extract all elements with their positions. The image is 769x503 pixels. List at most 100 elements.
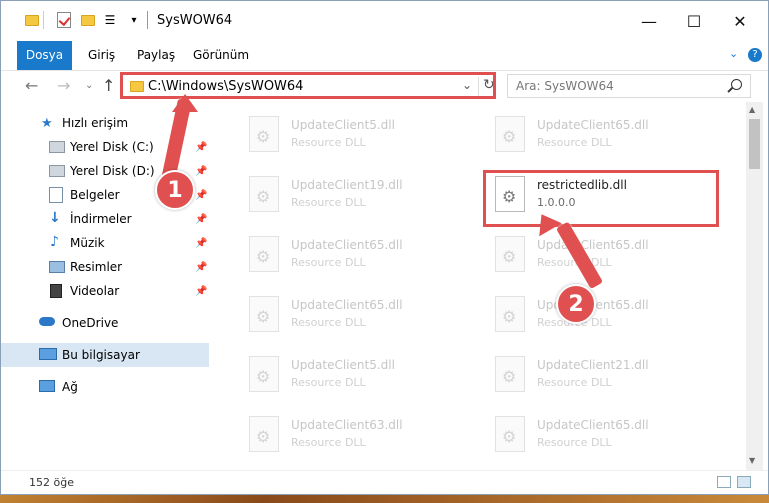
pin-icon: 📌 xyxy=(195,165,208,177)
file-name: UpdateClient5.dll xyxy=(291,358,395,372)
file-description: Resource DLL xyxy=(291,256,366,269)
nav-item-label: Hızlı erişim xyxy=(62,116,129,130)
file-item[interactable]: UpdateClient65.dll Resource DLL xyxy=(239,294,479,346)
step-1-badge: 1 xyxy=(155,170,195,210)
drive-icon xyxy=(49,165,65,177)
file-description: Resource DLL xyxy=(291,316,366,329)
file-item[interactable]: UpdateClient65.dll Resource DLL xyxy=(485,414,725,463)
star-icon: ★ xyxy=(41,116,53,131)
scroll-up-icon[interactable]: ▲ xyxy=(749,105,755,114)
new-folder-icon[interactable] xyxy=(79,11,97,29)
up-icon[interactable]: ↑ xyxy=(102,76,115,95)
drive-icon xyxy=(49,141,65,153)
dll-file-icon xyxy=(495,416,525,452)
dll-file-icon xyxy=(495,356,525,392)
dll-file-icon xyxy=(249,356,279,392)
dll-file-icon xyxy=(249,116,279,152)
network-icon xyxy=(39,380,55,392)
title-bar: ☰ ▾ SysWOW64 — ☐ ✕ xyxy=(1,1,768,41)
file-name: UpdateClient65.dll xyxy=(537,418,649,432)
file-description: Resource DLL xyxy=(537,376,612,389)
recent-locations-icon[interactable]: ⌄ xyxy=(85,80,93,91)
file-list: UpdateClient5.dll Resource DLL UpdateCli… xyxy=(217,108,744,463)
nav-item-onedrive[interactable]: OneDrive xyxy=(1,311,209,335)
tab-share[interactable]: Paylaş xyxy=(137,41,175,70)
file-item[interactable]: UpdateClient19.dll Resource DLL xyxy=(239,174,479,226)
tab-view[interactable]: Görünüm xyxy=(193,41,249,70)
tab-file[interactable]: Dosya xyxy=(17,41,72,70)
folder-icon[interactable] xyxy=(23,11,41,29)
file-description: Resource DLL xyxy=(537,436,612,449)
nav-item-this-pc[interactable]: Bu bilgisayar xyxy=(1,343,209,367)
file-item[interactable]: UpdateClient21.dll Resource DLL xyxy=(485,354,725,406)
nav-item-music[interactable]: ♪ Müzik 📌 xyxy=(1,231,209,255)
nav-item-network[interactable]: Ağ xyxy=(1,375,209,399)
file-description: Resource DLL xyxy=(537,136,612,149)
navigation-pane: ★ Hızlı erişim Yerel Disk (C:) 📌 Yerel D… xyxy=(1,108,211,463)
properties-icon[interactable] xyxy=(55,11,73,29)
quick-access-dropdown-icon[interactable]: ▾ xyxy=(125,11,143,29)
file-item[interactable]: UpdateClient65.dll Resource DLL xyxy=(485,234,725,286)
music-icon: ♪ xyxy=(50,234,59,250)
back-icon[interactable]: ← xyxy=(25,76,38,95)
dll-file-icon xyxy=(249,416,279,452)
nav-item-downloads[interactable]: ↓ İndirmeler 📌 xyxy=(1,207,209,231)
search-input[interactable]: Ara: SysWOW64 xyxy=(507,74,751,98)
nav-item-pictures[interactable]: Resimler 📌 xyxy=(1,255,209,279)
scroll-down-icon[interactable]: ▼ xyxy=(749,456,755,465)
file-description: Resource DLL xyxy=(291,136,366,149)
pin-icon: 📌 xyxy=(195,261,208,273)
maximize-button[interactable]: ☐ xyxy=(671,1,717,41)
downloads-icon: ↓ xyxy=(49,210,61,226)
file-item[interactable]: UpdateClient5.dll Resource DLL xyxy=(239,114,479,166)
nav-item-label: Videolar xyxy=(70,284,120,298)
nav-item-label: Bu bilgisayar xyxy=(62,348,140,362)
scrollbar-thumb[interactable] xyxy=(749,119,760,169)
ribbon-expand-icon[interactable]: ⌄ xyxy=(729,47,738,60)
pin-icon: 📌 xyxy=(195,189,208,201)
pin-icon: 📌 xyxy=(195,141,208,153)
dll-file-icon xyxy=(495,296,525,332)
file-item[interactable]: UpdateClient65.dll Resource DLL xyxy=(485,114,725,166)
forward-icon[interactable]: → xyxy=(57,76,70,95)
dll-file-icon xyxy=(495,116,525,152)
nav-item-label: Müzik xyxy=(70,236,105,250)
nav-item-label: İndirmeler xyxy=(70,212,132,226)
item-count: 152 öğe xyxy=(29,476,74,489)
file-name: UpdateClient19.dll xyxy=(291,178,403,192)
file-item[interactable]: UpdateClient5.dll Resource DLL xyxy=(239,354,479,406)
close-button[interactable]: ✕ xyxy=(717,1,763,41)
nav-item-label: OneDrive xyxy=(62,316,119,330)
customize-icon[interactable]: ☰ xyxy=(101,11,119,29)
vertical-scrollbar[interactable]: ▲ ▼ xyxy=(746,102,763,470)
minimize-button[interactable]: — xyxy=(626,1,672,41)
dll-file-icon xyxy=(249,176,279,212)
nav-item-label: Resimler xyxy=(70,260,123,274)
help-icon[interactable]: ? xyxy=(748,48,762,62)
file-description: Resource DLL xyxy=(291,436,366,449)
file-name: UpdateClient65.dll xyxy=(537,238,649,252)
status-bar: 152 öğe xyxy=(1,470,768,494)
pin-icon: 📌 xyxy=(195,237,208,249)
ribbon-tabs: Dosya Giriş Paylaş Görünüm ⌄ ? xyxy=(1,41,768,71)
details-view-icon[interactable] xyxy=(717,476,731,488)
tab-home[interactable]: Giriş xyxy=(88,41,115,70)
large-icons-view-icon[interactable] xyxy=(737,476,751,488)
nav-item-label: Yerel Disk (D:) xyxy=(70,164,155,178)
file-description: Resource DLL xyxy=(291,196,366,209)
file-item[interactable]: UpdateClient65.dll Resource DLL xyxy=(239,234,479,286)
documents-icon xyxy=(49,187,63,203)
file-item[interactable]: UpdateClient63.dll Resource DLL xyxy=(239,414,479,463)
pin-icon: 📌 xyxy=(195,285,208,297)
file-name: UpdateClient63.dll xyxy=(291,418,403,432)
nav-item-videos[interactable]: Videolar 📌 xyxy=(1,279,209,303)
search-icon xyxy=(731,79,742,90)
file-name: UpdateClient65.dll xyxy=(291,298,403,312)
window-title: SysWOW64 xyxy=(157,13,233,28)
nav-item-label: Belgeler xyxy=(70,188,120,202)
pin-icon: 📌 xyxy=(195,213,208,225)
file-item[interactable]: UpdateClient65.dll Resource DLL xyxy=(485,294,725,346)
arrowhead-up-icon xyxy=(172,94,198,112)
file-highlight-box xyxy=(483,170,719,227)
file-name: UpdateClient5.dll xyxy=(291,118,395,132)
